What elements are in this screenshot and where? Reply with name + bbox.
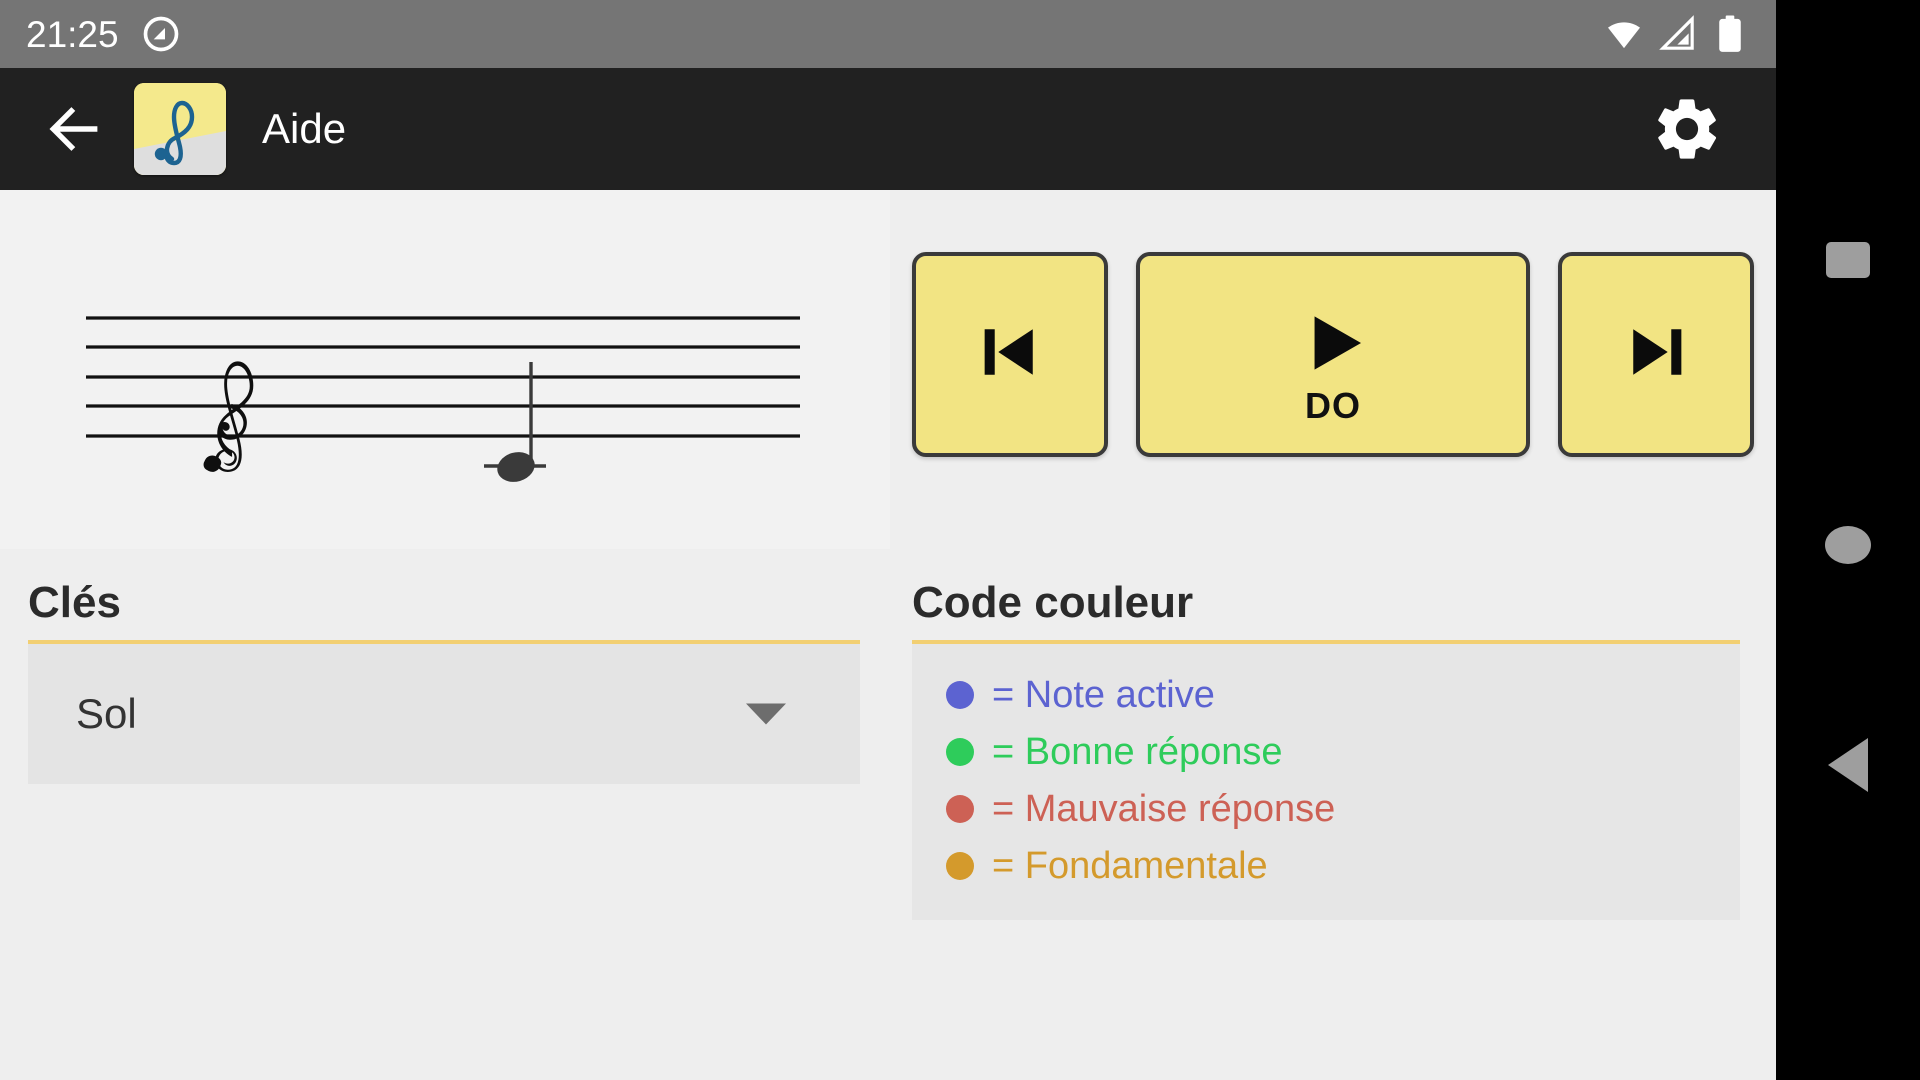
cellular-signal-icon <box>1659 15 1694 50</box>
status-bar: 21:25 <box>0 0 1776 68</box>
code-couleur-title: Code couleur <box>912 578 1194 627</box>
music-staff-panel <box>0 190 890 549</box>
note-do <box>484 362 546 482</box>
legend-dot-note-active <box>946 680 974 709</box>
nav-back-button[interactable] <box>1776 710 1920 820</box>
music-staff <box>86 316 800 482</box>
skip-previous-icon <box>971 313 1049 396</box>
status-icons-group <box>1604 14 1748 54</box>
legend-label-note-active: = Note active <box>992 673 1215 716</box>
back-triangle-icon <box>1828 738 1868 792</box>
list-item: = Note active <box>912 666 1740 723</box>
back-arrow-icon[interactable] <box>26 81 122 177</box>
staff-lines <box>86 316 800 438</box>
current-note-label: DO <box>1305 385 1361 426</box>
cles-dropdown[interactable]: Sol <box>28 644 860 785</box>
next-note-button[interactable] <box>1558 252 1754 457</box>
list-item: = Bonne réponse <box>912 723 1740 780</box>
home-circle-icon <box>1825 526 1871 564</box>
legend-dot-mauvaise-reponse <box>946 794 974 823</box>
chevron-down-icon <box>746 703 786 725</box>
skip-next-icon <box>1617 313 1695 396</box>
wifi-icon <box>1608 22 1640 49</box>
legend-label-bonne-reponse: = Bonne réponse <box>992 730 1283 773</box>
code-couleur-section: Code couleur = Note active = Bonne répon… <box>912 578 1740 921</box>
app-bar: Aide <box>0 68 1776 190</box>
previous-note-button[interactable] <box>912 252 1108 457</box>
play-note-button[interactable]: DO <box>1136 252 1530 457</box>
legend-dot-bonne-reponse <box>946 737 974 766</box>
page-title: Aide <box>262 105 347 152</box>
legend-label-fondamentale: = Fondamentale <box>992 844 1268 887</box>
battery-icon <box>1719 15 1741 52</box>
android-navigation-bar <box>1776 0 1920 1080</box>
main-content: DO Clés Sol Code couleur = Note active =… <box>0 190 1776 1080</box>
gear-icon[interactable] <box>1644 86 1730 172</box>
treble-clef-app-logo <box>134 83 226 175</box>
list-item: = Fondamentale <box>912 837 1740 894</box>
recents-square-icon <box>1826 242 1870 278</box>
phone-viewport: 21:25 Aide DO Clés Sol Code couleur = No… <box>0 0 1776 1080</box>
device-screen: 21:25 Aide DO Clés Sol Code couleur = No… <box>0 0 1920 1080</box>
cles-selected-value: Sol <box>76 690 137 738</box>
legend-label-mauvaise-reponse: = Mauvaise réponse <box>992 787 1336 830</box>
legend-dot-fondamentale <box>946 851 974 880</box>
auto-rotate-icon <box>141 14 181 54</box>
cles-section: Clés Sol <box>28 578 860 785</box>
color-legend-list: = Note active = Bonne réponse = Mauvaise… <box>912 644 1740 921</box>
status-clock: 21:25 <box>26 13 119 55</box>
play-icon <box>1292 302 1374 389</box>
list-item: = Mauvaise réponse <box>912 780 1740 837</box>
home-button[interactable] <box>1776 490 1920 600</box>
player-controls: DO <box>912 252 1754 457</box>
cles-title: Clés <box>28 578 121 627</box>
recents-button[interactable] <box>1776 205 1920 315</box>
